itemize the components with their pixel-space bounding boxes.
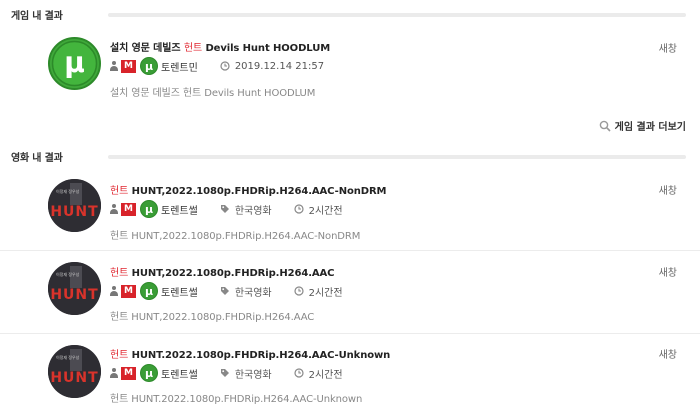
row-divider <box>0 250 700 251</box>
level-icon: μ <box>140 282 158 300</box>
tag-icon <box>220 368 231 379</box>
author-nickname[interactable]: 토렌트썰 <box>161 202 198 217</box>
movie-poster-thumbnail[interactable]: 이정재 정우성 HUNT <box>48 179 101 232</box>
member-badge-icon: M <box>121 366 136 380</box>
user-icon <box>110 286 118 296</box>
title-text: Devils Hunt HOODLUM <box>205 43 331 54</box>
new-window-link[interactable]: 새창 <box>659 182 677 197</box>
title-text: HUNT,2022.1080p.FHDRip.H264.AAC-NonDRM <box>131 186 387 197</box>
svg-text:이정재 정우성: 이정재 정우성 <box>56 354 80 360</box>
poster-title: HUNT <box>50 370 98 386</box>
member-badge-icon: M <box>121 202 136 216</box>
movie-result-item: 이정재 정우성 HUNT 헌트 HUNT,2022.1080p.FHDRip.H… <box>0 258 700 333</box>
level-icon: μ <box>140 57 158 75</box>
result-description: 헌트 HUNT,2022.1080p.FHDRip.H264.AAC-NonDR… <box>110 231 361 242</box>
new-window-link[interactable]: 새창 <box>659 346 677 361</box>
row-divider <box>0 333 700 334</box>
result-description: 설치 영문 데빌즈 헌트 Devils Hunt HOODLUM <box>110 88 316 99</box>
movie-section-title: 영화 내 결과 <box>11 153 63 164</box>
post-time: 2시간전 <box>308 369 343 381</box>
new-window-link[interactable]: 새창 <box>659 264 677 279</box>
movie-result-title[interactable]: 헌트 HUNT.2022.1080p.FHDRip.H264.AAC-Unkno… <box>110 346 390 361</box>
title-text: HUNT.2022.1080p.FHDRip.H264.AAC-Unknown <box>131 350 391 361</box>
user-icon <box>110 61 118 71</box>
post-meta: M μ 토렌트썰 한국영화 2시간전 <box>110 200 343 218</box>
author-nickname[interactable]: 토렌트썰 <box>161 284 198 299</box>
post-meta: M μ 토렌트민 2019.12.14 21:57 <box>110 57 324 75</box>
movie-result-title[interactable]: 헌트 HUNT,2022.1080p.FHDRip.H264.AAC <box>110 264 335 279</box>
post-meta: M μ 토렌트썰 한국영화 2시간전 <box>110 364 343 382</box>
game-more-link[interactable]: 게임 결과 더보기 <box>599 118 686 133</box>
user-icon <box>110 204 118 214</box>
title-highlight: 헌트 <box>110 350 129 361</box>
movie-poster-thumbnail[interactable]: 이정재 정우성 HUNT <box>48 345 101 398</box>
level-icon: μ <box>140 200 158 218</box>
tag-icon <box>220 204 231 215</box>
movie-poster-thumbnail[interactable]: 이정재 정우성 HUNT <box>48 262 101 315</box>
author-nickname[interactable]: 토렌트민 <box>161 59 198 74</box>
post-meta: M μ 토렌트썰 한국영화 2시간전 <box>110 282 343 300</box>
tag-icon <box>220 286 231 297</box>
title-text: 설치 영문 데빌즈 <box>110 43 181 54</box>
post-date: 2019.12.14 21:57 <box>234 60 325 72</box>
game-section-title: 게임 내 결과 <box>11 11 63 22</box>
category-label[interactable]: 한국영화 <box>235 202 272 217</box>
clock-icon <box>294 204 305 215</box>
member-badge-icon: M <box>121 284 136 298</box>
section-divider-bar <box>108 13 686 17</box>
svg-text:이정재 정우성: 이정재 정우성 <box>56 188 80 194</box>
category-label[interactable]: 한국영화 <box>235 366 272 381</box>
poster-title: HUNT <box>50 204 98 220</box>
utorrent-logo-icon[interactable]: μ <box>48 37 101 90</box>
post-time: 2시간전 <box>308 205 343 217</box>
svg-text:μ: μ <box>64 46 85 79</box>
title-highlight: 헌트 <box>183 43 203 54</box>
level-icon: μ <box>140 364 158 382</box>
search-icon <box>599 120 611 132</box>
member-badge-icon: M <box>121 59 136 73</box>
poster-title: HUNT <box>50 287 98 303</box>
game-more-label: 게임 결과 더보기 <box>614 122 686 133</box>
author-nickname[interactable]: 토렌트썰 <box>161 366 198 381</box>
clock-icon <box>294 368 305 379</box>
title-highlight: 헌트 <box>110 268 129 279</box>
new-window-link[interactable]: 새창 <box>659 40 677 55</box>
clock-icon <box>294 286 305 297</box>
movie-section-header: 영화 내 결과 <box>0 147 700 167</box>
movie-result-item: 이정재 정우성 HUNT 헌트 HUNT.2022.1080p.FHDRip.H… <box>0 341 700 413</box>
result-description: 헌트 HUNT.2022.1080p.FHDRip.H264.AAC-Unkno… <box>110 394 363 405</box>
post-time: 2시간전 <box>308 287 343 299</box>
game-section-header: 게임 내 결과 <box>0 5 700 25</box>
title-highlight: 헌트 <box>110 186 129 197</box>
title-text: HUNT,2022.1080p.FHDRip.H264.AAC <box>131 268 335 279</box>
movie-result-item: 이정재 정우성 HUNT 헌트 HUNT,2022.1080p.FHDRip.H… <box>0 175 700 250</box>
game-result-item: μ 설치 영문 데빌즈 헌트 Devils Hunt HOODLUM 새창 M … <box>0 33 700 108</box>
game-result-title[interactable]: 설치 영문 데빌즈 헌트 Devils Hunt HOODLUM <box>110 39 330 54</box>
clock-icon <box>220 61 231 72</box>
result-description: 헌트 HUNT,2022.1080p.FHDRip.H264.AAC <box>110 312 315 323</box>
category-label[interactable]: 한국영화 <box>235 284 272 299</box>
movie-result-title[interactable]: 헌트 HUNT,2022.1080p.FHDRip.H264.AAC-NonDR… <box>110 182 387 197</box>
section-divider-bar <box>108 155 686 159</box>
svg-text:이정재 정우성: 이정재 정우성 <box>56 271 80 277</box>
user-icon <box>110 368 118 378</box>
